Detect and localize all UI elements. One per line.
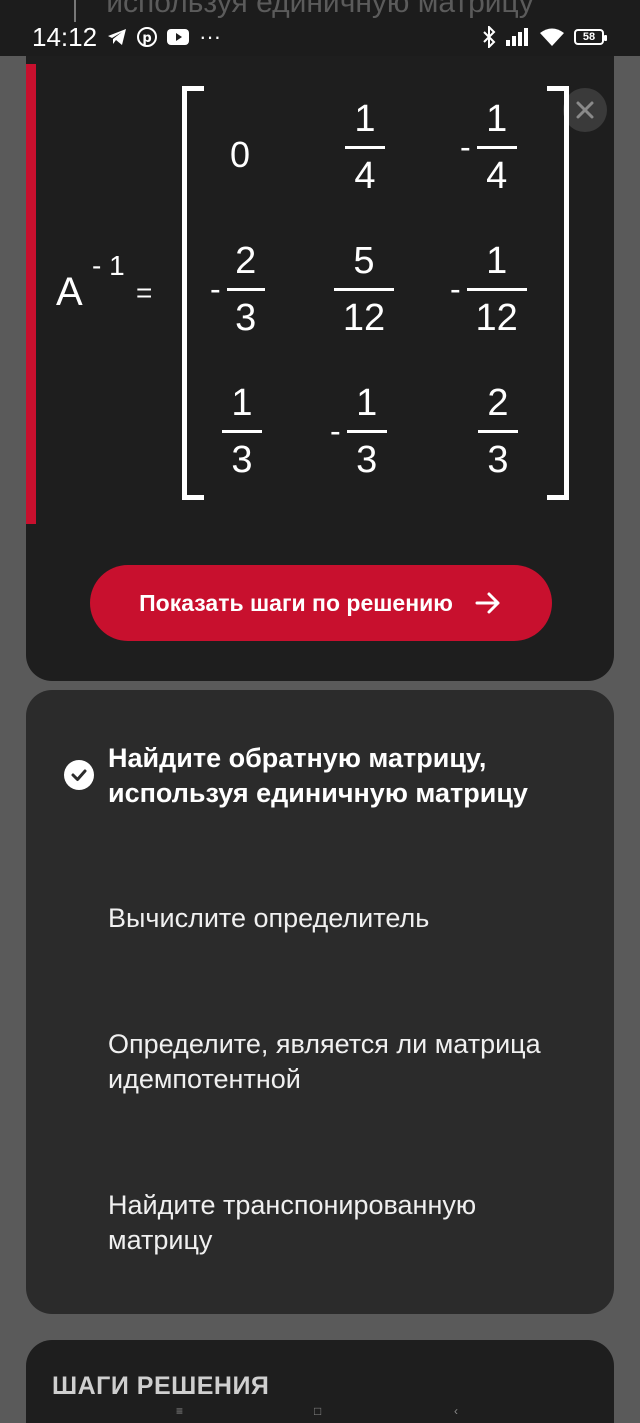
minus-sign: - [450, 271, 461, 307]
close-button[interactable] [563, 88, 607, 132]
fraction-bar [478, 430, 518, 433]
minus-sign: - [210, 271, 221, 307]
fraction-bar [476, 146, 517, 149]
battery-icon: 58 [574, 29, 607, 45]
fraction-numerator: 1 [354, 98, 376, 140]
matrix-name: A [56, 270, 83, 314]
matrix-cell: 5 12 [334, 238, 394, 341]
status-bar: используя единичную матрицу 14:12 p ··· … [0, 0, 640, 56]
fraction-numerator: 1 [486, 98, 508, 140]
fraction-denominator: 3 [235, 297, 257, 339]
matrix-cell: 14 [345, 96, 385, 199]
option-idempotent[interactable]: Определите, является ли матрица идемпоте… [108, 1027, 578, 1097]
option-inverse-identity[interactable]: Найдите обратную матрицу, используя един… [108, 741, 578, 811]
nav-menu-icon[interactable]: ≡ [176, 1404, 183, 1418]
fraction: 23 [226, 238, 265, 341]
matrix-cell: -14 [460, 96, 517, 199]
close-icon [576, 101, 594, 119]
fraction-denominator: 12 [342, 297, 386, 339]
fraction-bar [334, 288, 394, 291]
signal-icon [506, 28, 530, 46]
fraction-numerator: 1 [486, 240, 508, 282]
telegram-icon [107, 28, 127, 46]
fraction-bar [226, 288, 265, 291]
matrix-cell: 13 [222, 380, 262, 483]
equals-sign: = [136, 277, 153, 308]
minus-sign: - [460, 129, 471, 165]
nav-home-icon[interactable]: □ [314, 1404, 321, 1418]
fraction-denominator: 3 [487, 439, 509, 481]
fraction: 5 12 [334, 238, 394, 341]
fraction-denominator: 12 [475, 297, 518, 339]
fraction: 13 [346, 380, 387, 483]
option-determinant[interactable]: Вычислите определитель [108, 901, 578, 936]
show-steps-label: Показать шаги по решению [139, 589, 453, 616]
fraction-numerator: 1 [356, 382, 378, 424]
nav-back-icon[interactable]: ‹ [454, 1404, 458, 1418]
fraction: 1 12 [466, 238, 527, 341]
arrow-right-icon [475, 592, 500, 614]
matrix-exponent: - 1 [92, 250, 125, 281]
fraction: 14 [476, 96, 517, 199]
status-bar-right: 58 [482, 22, 607, 52]
svg-text:p: p [142, 31, 151, 46]
fraction-bar [346, 430, 387, 433]
fraction-bar [466, 288, 527, 291]
solution-steps-title: ШАГИ РЕШЕНИЯ [52, 1372, 270, 1400]
youtube-icon [167, 29, 190, 45]
ghost-header-text: используя единичную матрицу [106, 0, 534, 19]
fraction-denominator: 3 [231, 439, 253, 481]
fraction-numerator: 2 [235, 240, 257, 282]
bluetooth-icon [482, 26, 496, 48]
clock: 14:12 [32, 21, 98, 52]
fraction: 13 [222, 380, 262, 483]
matrix-cell: 23 [478, 380, 518, 483]
matrix-cell: -23 [210, 238, 265, 341]
show-steps-button[interactable]: Показать шаги по решению [90, 565, 552, 641]
check-circle-icon [64, 760, 94, 790]
matrix-value: 0 [230, 134, 251, 175]
fraction-denominator: 4 [354, 155, 376, 197]
status-bar-left: 14:12 p ··· [32, 22, 221, 52]
fraction: 23 [478, 380, 518, 483]
accent-bar [26, 64, 36, 524]
fraction-denominator: 4 [486, 155, 508, 197]
matrix-right-bracket [547, 86, 569, 500]
fraction-numerator: 2 [487, 382, 509, 424]
ghost-divider [74, 0, 76, 22]
more-notifications-icon: ··· [199, 24, 222, 49]
fraction: 14 [345, 96, 385, 199]
pinterest-icon: p [137, 27, 158, 47]
fraction-denominator: 3 [356, 439, 378, 481]
fraction-numerator: 1 [231, 382, 253, 424]
fraction-bar [345, 146, 385, 149]
option-transpose[interactable]: Найдите транспонированную матрицу [108, 1188, 578, 1258]
wifi-icon [540, 28, 564, 46]
matrix-left-bracket [182, 86, 204, 500]
matrix-cell: 0 [230, 96, 250, 176]
minus-sign: - [330, 413, 341, 449]
system-nav-bar: ≡ □ ‹ [0, 1400, 640, 1423]
matrix-cell: -13 [330, 380, 387, 483]
fraction-bar [222, 430, 262, 433]
matrix-cell: -1 12 [450, 238, 527, 341]
fraction-numerator: 5 [353, 240, 375, 282]
